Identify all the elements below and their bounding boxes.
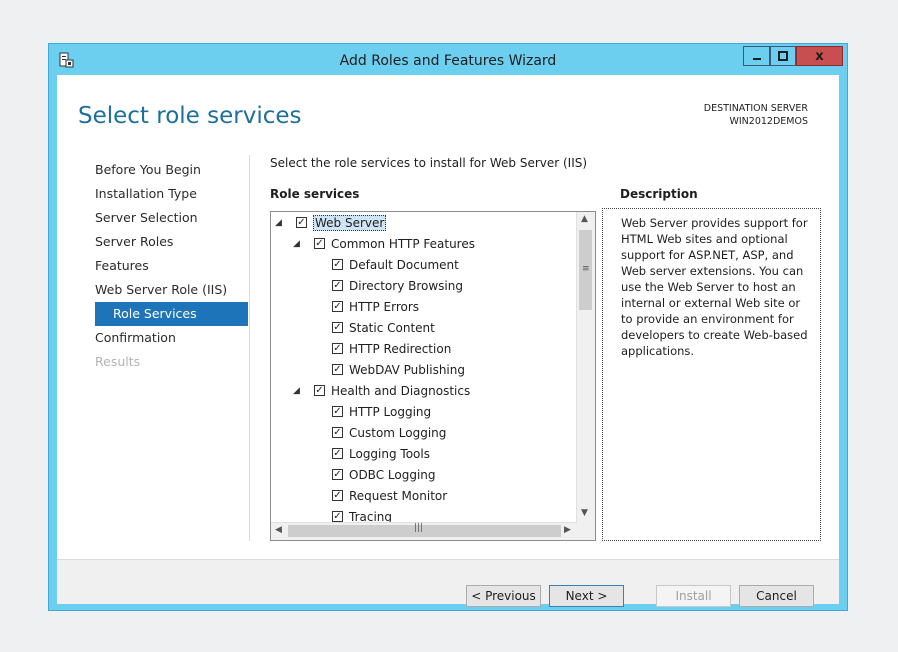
tree-item-label[interactable]: Static Content xyxy=(349,321,435,335)
expand-collapse-icon[interactable]: ◢ xyxy=(275,218,282,228)
vertical-scrollbar[interactable]: ▲ ≡ ▼ xyxy=(576,212,595,523)
tree-item-label[interactable]: ODBC Logging xyxy=(349,468,436,482)
tree-checkbox[interactable]: ✓ xyxy=(314,238,325,249)
tree-item-label[interactable]: HTTP Redirection xyxy=(349,342,451,356)
install-button: Install xyxy=(656,585,731,607)
title-bar[interactable]: Add Roles and Features Wizard x xyxy=(49,44,847,76)
description-text: Web Server provides support for HTML Web… xyxy=(621,216,808,358)
tree-item[interactable]: ✓ Default Document xyxy=(271,256,577,277)
tree-checkbox[interactable]: ✓ xyxy=(332,448,343,459)
tree-checkbox[interactable]: ✓ xyxy=(296,217,307,228)
maximize-button[interactable] xyxy=(770,46,796,66)
tree-checkbox[interactable]: ✓ xyxy=(314,385,325,396)
wizard-window: Add Roles and Features Wizard x Select r… xyxy=(48,43,848,611)
tree-item[interactable]: ✓ HTTP Errors xyxy=(271,298,577,319)
tree-item-label[interactable]: Web Server xyxy=(313,215,387,231)
description-panel: Web Server provides support for HTML Web… xyxy=(602,208,821,541)
nav-web-server-role[interactable]: Web Server Role (IIS) xyxy=(95,278,248,302)
tree-checkbox[interactable]: ✓ xyxy=(332,511,343,522)
expand-collapse-icon[interactable]: ◢ xyxy=(293,239,300,249)
instruction-text: Select the role services to install for … xyxy=(270,156,588,170)
tree-item-label[interactable]: Directory Browsing xyxy=(349,279,463,293)
nav-server-selection[interactable]: Server Selection xyxy=(95,206,248,230)
next-button[interactable]: Next > xyxy=(549,585,624,607)
expand-collapse-icon[interactable]: ◢ xyxy=(293,386,300,396)
scroll-up-icon[interactable]: ▲ xyxy=(581,214,588,224)
tree-checkbox[interactable]: ✓ xyxy=(332,301,343,312)
role-services-heading: Role services xyxy=(270,187,360,201)
tree-checkbox[interactable]: ✓ xyxy=(332,343,343,354)
tree-item[interactable]: ◢ ✓ Health and Diagnostics xyxy=(271,382,577,403)
tree-item[interactable]: ✓ Request Monitor xyxy=(271,487,577,508)
tree-item-label[interactable]: Custom Logging xyxy=(349,426,446,440)
tree-item-label[interactable]: Logging Tools xyxy=(349,447,430,461)
nav-divider xyxy=(249,155,250,541)
minimize-icon xyxy=(752,58,761,60)
wizard-nav: Before You Begin Installation Type Serve… xyxy=(95,158,248,374)
close-icon: x xyxy=(815,48,824,64)
role-services-tree[interactable]: ◢ ✓ Web Server ◢ ✓ Common HTTP Features ✓ Defau… xyxy=(270,211,596,541)
scroll-left-icon[interactable]: ◀ xyxy=(275,525,282,535)
tree-checkbox[interactable]: ✓ xyxy=(332,406,343,417)
nav-before-you-begin[interactable]: Before You Begin xyxy=(95,158,248,182)
wizard-client-area: Select role services DESTINATION SERVER … xyxy=(57,75,839,604)
tree-item[interactable]: ◢ ✓ Common HTTP Features xyxy=(271,235,577,256)
tree-item[interactable]: ✓ Static Content xyxy=(271,319,577,340)
destination-server-info: DESTINATION SERVER WIN2012DEMOS xyxy=(704,102,808,128)
destination-server-label: DESTINATION SERVER xyxy=(703,103,808,114)
tree-item[interactable]: ✓ Custom Logging xyxy=(271,424,577,445)
close-button[interactable]: x xyxy=(796,46,843,66)
tree-item-label[interactable]: Default Document xyxy=(349,258,459,272)
nav-role-services[interactable]: Role Services xyxy=(95,302,248,326)
tree-item-label[interactable]: HTTP Errors xyxy=(349,300,419,314)
tree-item[interactable]: ✓ HTTP Logging xyxy=(271,403,577,424)
tree-item[interactable]: ✓ Directory Browsing xyxy=(271,277,577,298)
window-title: Add Roles and Features Wizard xyxy=(339,53,557,69)
tree-checkbox[interactable]: ✓ xyxy=(332,427,343,438)
page-title: Select role services xyxy=(78,103,302,129)
maximize-icon xyxy=(778,51,788,61)
scroll-grip-icon: ≡ xyxy=(582,264,590,274)
scroll-down-icon[interactable]: ▼ xyxy=(581,508,588,518)
tree-item[interactable]: ✓ Logging Tools xyxy=(271,445,577,466)
tree-checkbox[interactable]: ✓ xyxy=(332,364,343,375)
scroll-right-icon[interactable]: ▶ xyxy=(564,525,571,535)
tree-checkbox[interactable]: ✓ xyxy=(332,322,343,333)
cancel-button[interactable]: Cancel xyxy=(739,585,814,607)
tree-checkbox[interactable]: ✓ xyxy=(332,259,343,270)
tree-item-label[interactable]: Common HTTP Features xyxy=(331,237,475,251)
tree-rows: ◢ ✓ Web Server ◢ ✓ Common HTTP Features ✓ Defau… xyxy=(271,214,577,529)
previous-button[interactable]: < Previous xyxy=(466,585,541,607)
tree-item[interactable]: ✓ ODBC Logging xyxy=(271,466,577,487)
tree-item[interactable]: ◢ ✓ Web Server xyxy=(271,214,577,235)
nav-server-roles[interactable]: Server Roles xyxy=(95,230,248,254)
destination-server-name: WIN2012DEMOS xyxy=(729,116,808,127)
tree-item[interactable]: ✓ WebDAV Publishing xyxy=(271,361,577,382)
scroll-corner xyxy=(577,523,595,540)
horizontal-grip-icon: ||| xyxy=(414,523,424,533)
nav-results: Results xyxy=(95,354,141,369)
tree-item-label[interactable]: HTTP Logging xyxy=(349,405,431,419)
tree-checkbox[interactable]: ✓ xyxy=(332,280,343,291)
tree-item[interactable]: ✓ HTTP Redirection xyxy=(271,340,577,361)
nav-installation-type[interactable]: Installation Type xyxy=(95,182,248,206)
description-heading: Description xyxy=(620,187,698,201)
horizontal-scroll-thumb[interactable] xyxy=(288,525,561,537)
tree-item-label[interactable]: Health and Diagnostics xyxy=(331,384,470,398)
minimize-button[interactable] xyxy=(743,46,770,66)
tree-checkbox[interactable]: ✓ xyxy=(332,490,343,501)
tree-checkbox[interactable]: ✓ xyxy=(332,469,343,480)
tree-item-label[interactable]: Request Monitor xyxy=(349,489,447,503)
tree-item-label[interactable]: WebDAV Publishing xyxy=(349,363,465,377)
nav-confirmation[interactable]: Confirmation xyxy=(95,326,248,350)
nav-features[interactable]: Features xyxy=(95,254,248,278)
horizontal-scrollbar[interactable]: ◀ ||| ▶ xyxy=(271,522,577,540)
